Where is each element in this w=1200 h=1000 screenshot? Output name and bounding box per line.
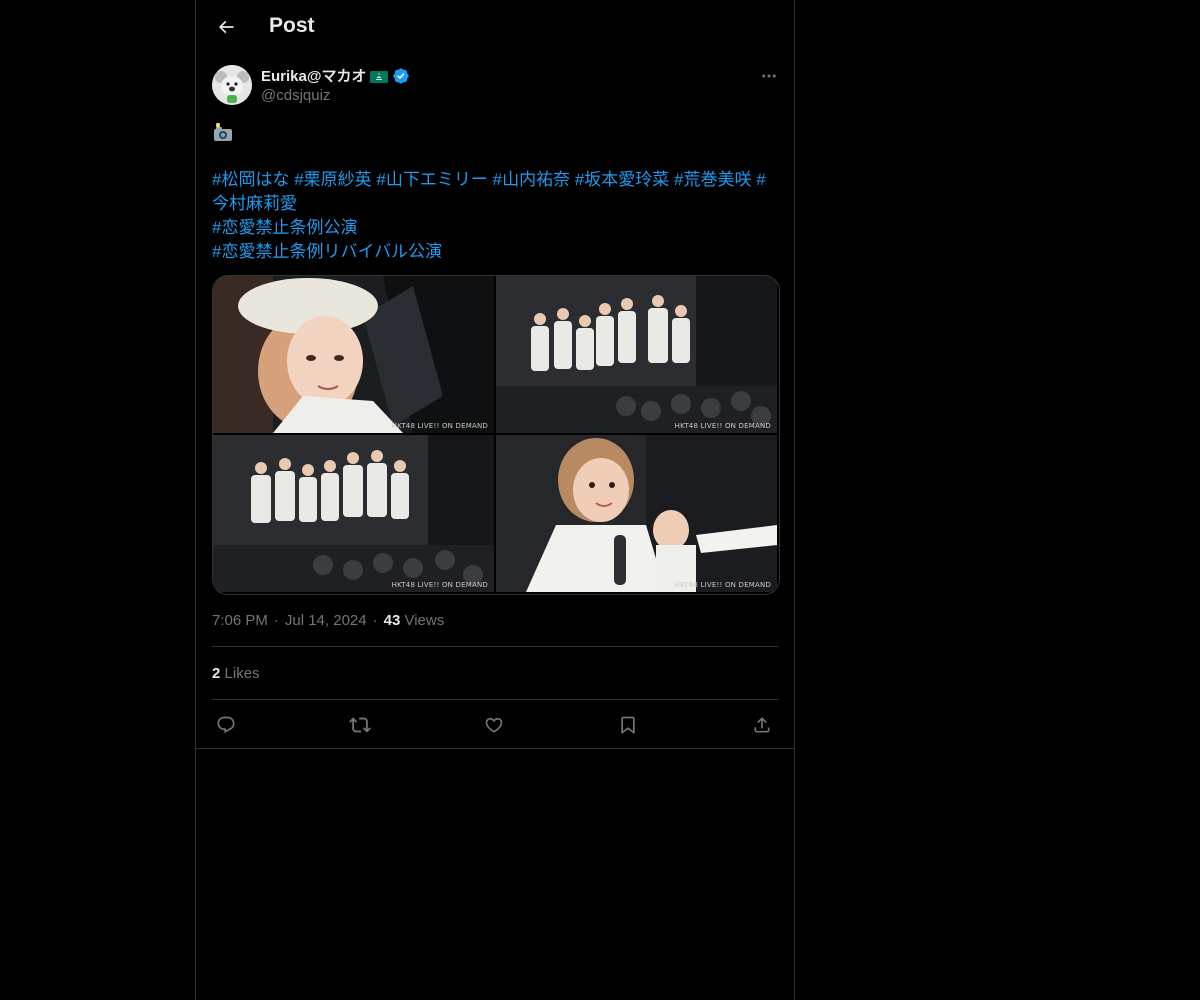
hashtag-link[interactable]: #荒巻美咲	[674, 170, 751, 189]
watermark: HKT48 LIVE!! ON DEMAND	[391, 581, 488, 589]
hashtag-link[interactable]: #山下エミリー	[376, 170, 487, 189]
repost-icon	[349, 717, 371, 733]
hashtag-link[interactable]: #恋愛禁止条例リバイバル公演	[212, 242, 442, 261]
reply-icon	[217, 716, 235, 734]
post-date[interactable]: Jul 14, 2024	[285, 612, 367, 629]
repost-button[interactable]	[346, 711, 374, 739]
post-time[interactable]: 7:06 PM	[212, 612, 268, 629]
action-bar	[212, 711, 778, 739]
hashtag-link[interactable]: #坂本愛玲菜	[575, 170, 669, 189]
likes-stat[interactable]: 2 Likes	[212, 665, 260, 682]
divider	[196, 748, 794, 749]
post-header: Post	[196, 0, 794, 54]
photo-4[interactable]: HKT48 LIVE!! ON DEMAND	[496, 435, 777, 592]
like-button[interactable]	[480, 711, 508, 739]
page-title: Post	[269, 14, 315, 37]
watermark: HKT48 LIVE!! ON DEMAND	[674, 581, 771, 589]
separator: ·	[273, 612, 279, 629]
author-display-name[interactable]: Eurika@マカオ	[261, 65, 366, 86]
separator: ·	[372, 612, 378, 629]
photo-3[interactable]: HKT48 LIVE!! ON DEMAND	[213, 435, 494, 592]
verified-badge-icon[interactable]	[392, 67, 410, 85]
divider	[212, 646, 778, 647]
share-button[interactable]	[748, 711, 776, 739]
divider	[212, 699, 778, 700]
likes-label: Likes	[224, 665, 260, 682]
arrow-left-icon	[218, 20, 234, 34]
share-icon	[754, 717, 770, 733]
more-options-button[interactable]	[754, 66, 784, 86]
camera-flash-icon	[212, 122, 234, 144]
post-column: Post Eurika@マカオ @cdsjquiz #松岡はな #栗原紗英 #山…	[195, 0, 795, 1000]
views-count: 43	[383, 612, 401, 629]
hashtag-link[interactable]: #山内祐奈	[493, 170, 570, 189]
bookmark-icon	[621, 716, 635, 735]
avatar[interactable]	[212, 65, 252, 105]
photo-1[interactable]: HKT48 LIVE!! ON DEMAND	[213, 276, 494, 433]
watermark: HKT48 LIVE!! ON DEMAND	[674, 422, 771, 430]
post-meta: 7:06 PM · Jul 14, 2024 · 43 Views	[212, 612, 444, 629]
photo-2[interactable]: HKT48 LIVE!! ON DEMAND	[496, 276, 777, 433]
macau-flag-icon	[370, 70, 389, 83]
more-horizontal-icon	[762, 74, 776, 78]
tweet-emoji	[212, 120, 778, 144]
hashtags-line-1: #松岡はな #栗原紗英 #山下エミリー #山内祐奈 #坂本愛玲菜 #荒巻美咲 #…	[212, 168, 778, 216]
hashtag-link[interactable]: #栗原紗英	[294, 170, 371, 189]
author-handle[interactable]: @cdsjquiz	[261, 87, 330, 104]
back-button[interactable]	[208, 9, 244, 45]
heart-icon	[485, 717, 503, 733]
likes-count: 2	[212, 665, 221, 682]
hashtag-link[interactable]: #松岡はな	[212, 170, 289, 189]
reply-button[interactable]	[212, 711, 240, 739]
tweet-text: #松岡はな #栗原紗英 #山下エミリー #山内祐奈 #坂本愛玲菜 #荒巻美咲 #…	[212, 120, 778, 264]
watermark: HKT48 LIVE!! ON DEMAND	[391, 422, 488, 430]
views-label: Views	[404, 612, 445, 629]
bookmark-button[interactable]	[614, 711, 642, 739]
hashtag-link[interactable]: #恋愛禁止条例公演	[212, 218, 357, 237]
media-grid: HKT48 LIVE!! ON DEMAND HKT48 LIVE!! ON D…	[212, 275, 780, 595]
author-name-row[interactable]: Eurika@マカオ	[261, 65, 410, 86]
